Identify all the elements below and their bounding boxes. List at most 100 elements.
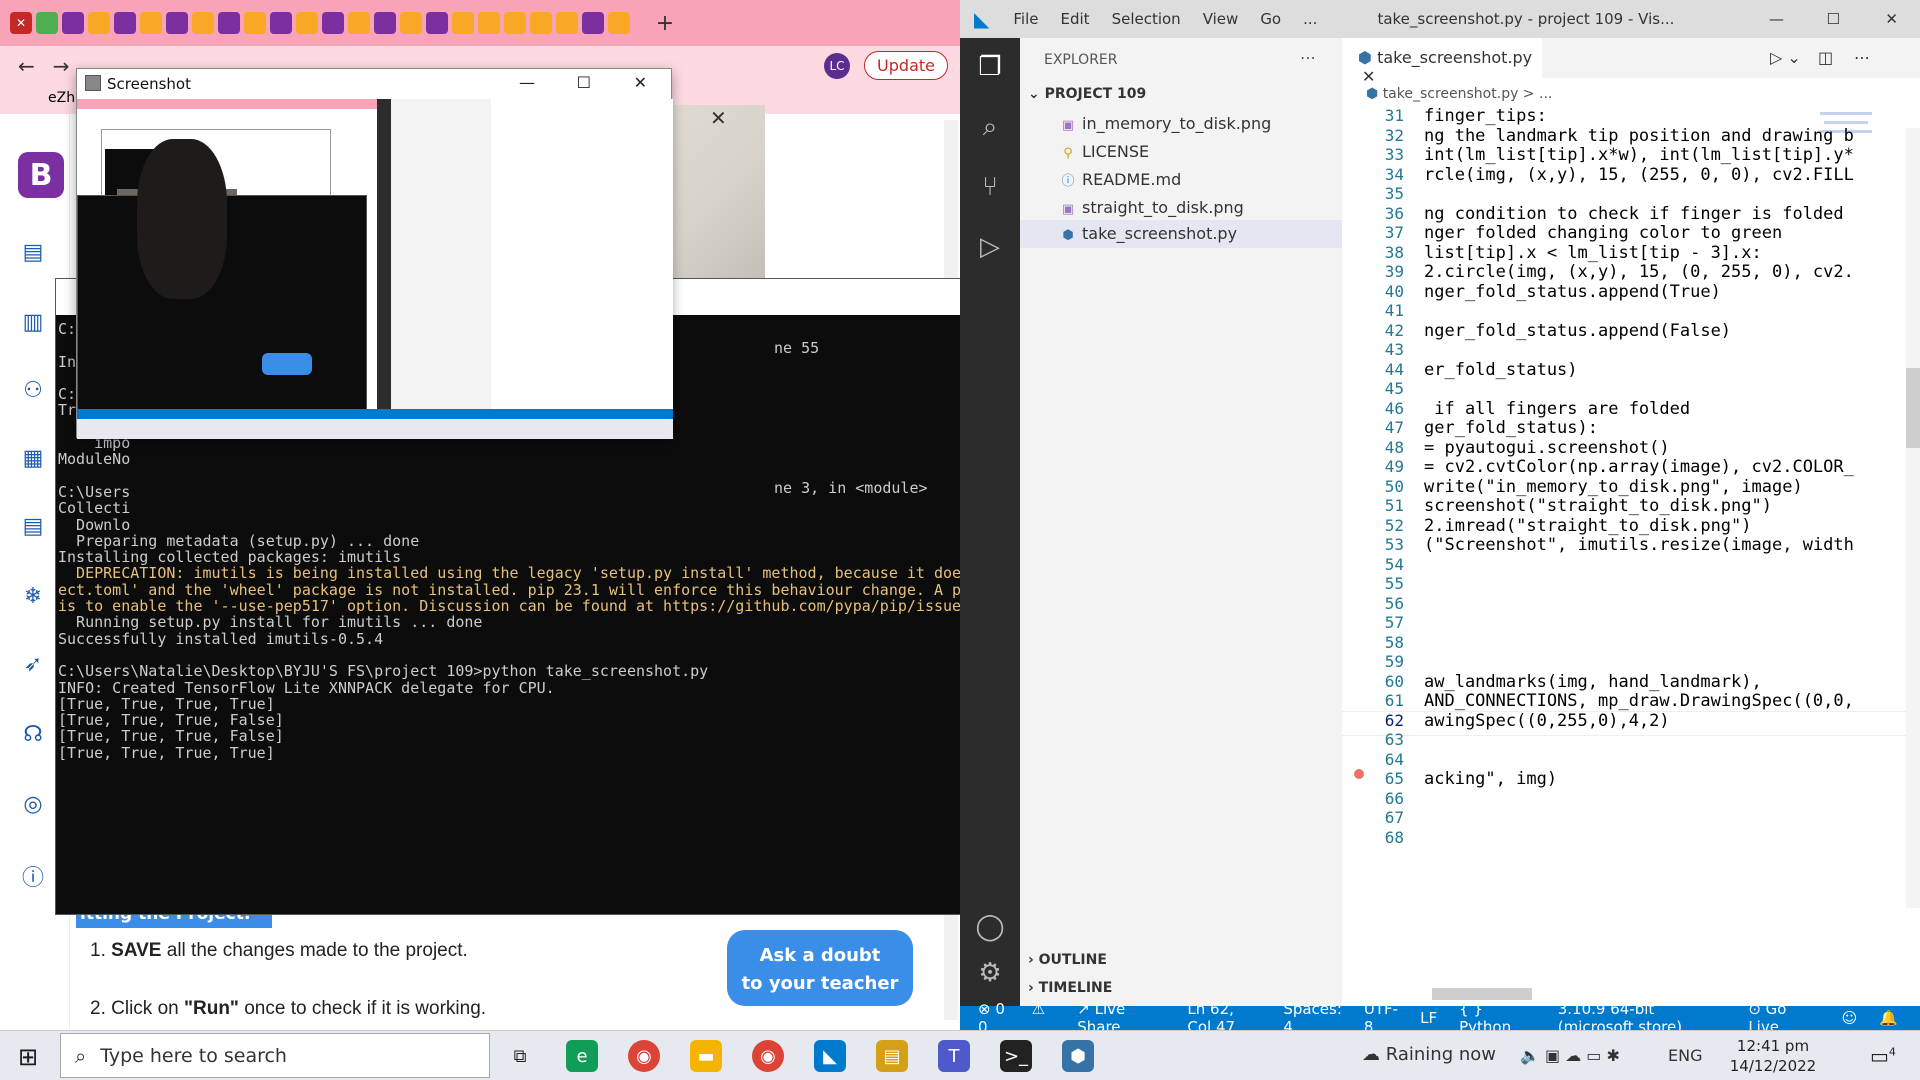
tab-favicon[interactable] (88, 12, 110, 34)
tab-favicon[interactable] (504, 12, 526, 34)
chrome-icon[interactable]: ◉ (628, 1040, 660, 1072)
code-line[interactable]: = cv2.cvtColor(np.array(image), cv2.COLO… (1424, 457, 1854, 477)
file-explorer-icon[interactable]: ▬ (690, 1040, 722, 1072)
menu-more[interactable]: ... (1303, 10, 1317, 28)
tab-favicon[interactable] (140, 12, 162, 34)
tab-favicon[interactable] (322, 12, 344, 34)
profile-avatar[interactable]: LC (824, 53, 850, 79)
user-icon[interactable]: ◎ (20, 792, 46, 818)
calendar-icon[interactable]: ▤ (20, 240, 46, 266)
code-line[interactable]: rcle(img, (x,y), 15, (255, 0, 0), cv2.FI… (1424, 165, 1854, 185)
system-tray-icons[interactable]: 🔈 ▣ ☁ ▭ ✱ (1520, 1046, 1620, 1065)
python-taskbar-icon[interactable]: ⬢ (1062, 1040, 1094, 1072)
tab-favicon[interactable] (36, 12, 58, 34)
code-line[interactable]: ng the landmark tip position and drawing… (1424, 126, 1854, 146)
tab-favicon[interactable] (556, 12, 578, 34)
menu-selection[interactable]: Selection (1112, 10, 1181, 28)
notification-center-icon[interactable]: ▭4 (1870, 1044, 1896, 1068)
breadcrumb[interactable]: ⬢ take_screenshot.py > ... (1366, 86, 1552, 102)
run-debug-icon[interactable]: ▷ (974, 232, 1006, 264)
people-icon[interactable]: ⚇ (20, 378, 46, 404)
tab-favicon[interactable] (608, 12, 630, 34)
close-icon[interactable]: ✕ (1885, 10, 1898, 28)
file-item[interactable]: ▣ straight_to_disk.png (1060, 198, 1244, 217)
horizontal-scroll-thumb[interactable] (1432, 988, 1532, 1000)
tab-favicon[interactable] (192, 12, 214, 34)
settings-gear-icon[interactable]: ⚙ (974, 958, 1006, 990)
tab-favicon[interactable] (452, 12, 474, 34)
tab-favicon[interactable] (478, 12, 500, 34)
project-folder[interactable]: ⌄ PROJECT 109 (1028, 86, 1146, 102)
tab-favicon[interactable] (218, 12, 240, 34)
bookmark-item[interactable]: eZh (48, 90, 75, 106)
book-icon[interactable]: ▥ (20, 310, 46, 336)
tab-favicon[interactable] (166, 12, 188, 34)
code-line[interactable]: finger_tips: (1424, 106, 1547, 126)
task-view-icon[interactable]: ⧉ (504, 1040, 536, 1072)
back-icon[interactable]: ← (18, 54, 35, 78)
teams-icon[interactable]: T (938, 1040, 970, 1072)
taskbar-search[interactable]: ⌕ Type here to search (60, 1033, 490, 1078)
code-line[interactable]: nger_fold_status.append(True) (1424, 282, 1721, 302)
editor-scrollbar[interactable] (1906, 128, 1920, 908)
ask-doubt-button[interactable]: Ask a doubt to your teacher (727, 930, 913, 1006)
notifications-bell-icon[interactable]: 🔔 (1879, 1009, 1898, 1027)
more-actions-icon[interactable]: ⋯ (1300, 48, 1316, 67)
close-icon[interactable]: ✕ (634, 73, 647, 92)
code-line[interactable]: nger_fold_status.append(False) (1424, 321, 1731, 341)
code-line[interactable]: AND_CONNECTIONS, mp_draw.DrawingSpec((0,… (1424, 691, 1854, 711)
file-item[interactable]: ⬢ take_screenshot.py (1060, 224, 1237, 243)
code-line[interactable]: aw_landmarks(img, hand_landmark), (1424, 672, 1762, 692)
notepad-icon[interactable]: ▤ (876, 1040, 908, 1072)
camera-close-icon[interactable]: ✕ (710, 106, 727, 130)
code-line[interactable]: = pyautogui.screenshot() (1424, 438, 1670, 458)
tab-favicon[interactable] (62, 12, 84, 34)
tab-favicon[interactable] (114, 12, 136, 34)
menu-edit[interactable]: Edit (1061, 10, 1090, 28)
close-tab-icon[interactable]: ✕ (1362, 67, 1375, 86)
tab-take-screenshot[interactable]: ⬢ take_screenshot.py ✕ (1342, 38, 1542, 86)
code-line[interactable]: write("in_memory_to_disk.png", image) (1424, 477, 1803, 497)
tab-favicon[interactable] (426, 12, 448, 34)
code-line[interactable]: ("Screenshot", imutils.resize(image, wid… (1424, 535, 1854, 555)
code-line[interactable]: er_fold_status) (1424, 360, 1578, 380)
weather-widget[interactable]: ☁ Raining now (1362, 1044, 1496, 1065)
info-icon[interactable]: ⓘ (20, 860, 46, 891)
vscode-taskbar-icon[interactable]: ◣ (814, 1040, 846, 1072)
code-line[interactable]: awingSpec((0,255,0),4,2) (1424, 711, 1670, 731)
tab-favicon[interactable] (530, 12, 552, 34)
close-tab-icon[interactable]: ✕ (10, 12, 32, 34)
tab-favicon[interactable] (348, 12, 370, 34)
file-item[interactable]: ⓘ README.md (1060, 170, 1181, 189)
windows-start-icon[interactable]: ⊞ (18, 1043, 38, 1071)
menu-go[interactable]: Go (1260, 10, 1281, 28)
code-line[interactable]: 2.circle(img, (x,y), 15, (0, 255, 0), cv… (1424, 262, 1854, 282)
tab-favicon[interactable] (374, 12, 396, 34)
maximize-icon[interactable]: ☐ (1827, 10, 1840, 28)
headset-icon[interactable]: ☊ (20, 722, 46, 748)
timeline-section[interactable]: › TIMELINE (1028, 980, 1112, 996)
chrome-profile-icon[interactable]: ◉ (752, 1040, 784, 1072)
explorer-icon[interactable]: ❐ (974, 52, 1006, 84)
code-line[interactable]: acking", img) (1424, 769, 1557, 789)
code-line[interactable]: ger_fold_status): (1424, 418, 1598, 438)
code-line[interactable]: if all fingers are folded (1424, 399, 1690, 419)
menu-file[interactable]: File (1013, 10, 1038, 28)
tab-favicon[interactable] (244, 12, 266, 34)
feedback-icon[interactable]: ☺ (1842, 1009, 1858, 1027)
editor-scroll-thumb[interactable] (1906, 368, 1920, 448)
snowflake-icon[interactable]: ❄ (20, 584, 46, 610)
file-item[interactable]: ⚲ LICENSE (1060, 142, 1149, 161)
search-icon[interactable]: ⌕ (974, 112, 1006, 144)
input-language[interactable]: ENG (1668, 1046, 1702, 1065)
cmd-taskbar-icon[interactable]: >_ (1000, 1040, 1032, 1072)
code-line[interactable]: int(lm_list[tip].x*w), int(lm_list[tip].… (1424, 145, 1854, 165)
new-tab-icon[interactable]: + (654, 11, 676, 36)
rocket-icon[interactable]: ➶ (20, 652, 46, 678)
forward-icon[interactable]: → (53, 54, 70, 78)
edge-icon[interactable]: e (566, 1040, 598, 1072)
code-line[interactable]: 2.imread("straight_to_disk.png") (1424, 516, 1752, 536)
more-actions-icon[interactable]: ⋯ (1854, 48, 1870, 67)
source-control-icon[interactable]: ⑂ (974, 172, 1006, 204)
minimize-icon[interactable]: — (519, 73, 535, 92)
